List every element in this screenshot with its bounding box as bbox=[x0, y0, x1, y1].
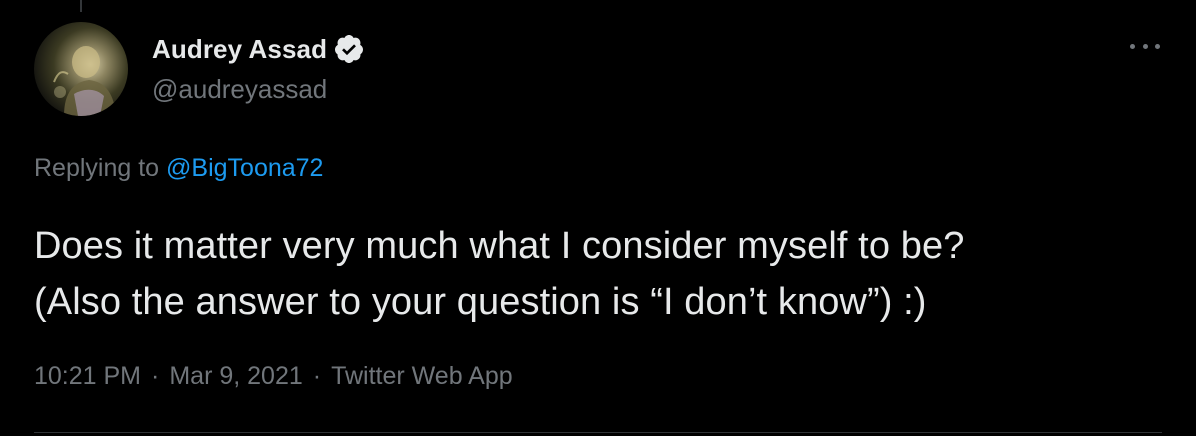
more-horizontal-icon bbox=[1142, 43, 1148, 49]
thread-connector-line bbox=[80, 0, 82, 12]
tweet-source[interactable]: Twitter Web App bbox=[331, 362, 513, 391]
tweet-text-line: Does it matter very much what I consider… bbox=[34, 225, 965, 267]
replying-to-label: Replying to bbox=[34, 154, 160, 182]
tweet-text-line: (Also the answer to your question is “I … bbox=[34, 281, 927, 323]
tweet-date[interactable]: Mar 9, 2021 bbox=[169, 362, 302, 391]
meta-separator: · bbox=[151, 362, 160, 390]
profile-photo-icon bbox=[53, 46, 116, 116]
verified-badge-icon bbox=[333, 33, 365, 65]
meta-separator: · bbox=[312, 362, 322, 390]
reply-mention-link[interactable]: @BigToona72 bbox=[166, 154, 323, 182]
avatar[interactable] bbox=[34, 22, 128, 116]
more-horizontal-icon bbox=[1130, 43, 1135, 49]
author-name-row: Audrey Assad bbox=[152, 32, 365, 66]
tweet-text: Does it matter very much what I consider… bbox=[34, 218, 1174, 330]
tweet-time[interactable]: 10:21 PM bbox=[34, 362, 141, 391]
author-handle[interactable]: @audreyassad bbox=[152, 74, 327, 105]
replying-to-line: Replying to @BigToona72 bbox=[34, 154, 323, 183]
author-display-name[interactable]: Audrey Assad bbox=[152, 34, 327, 65]
more-options-button[interactable] bbox=[1130, 34, 1160, 58]
more-horizontal-icon bbox=[1155, 43, 1160, 49]
divider bbox=[34, 432, 1162, 433]
tweet-meta: 10:21 PM · Mar 9, 2021 · Twitter Web App bbox=[34, 362, 513, 391]
